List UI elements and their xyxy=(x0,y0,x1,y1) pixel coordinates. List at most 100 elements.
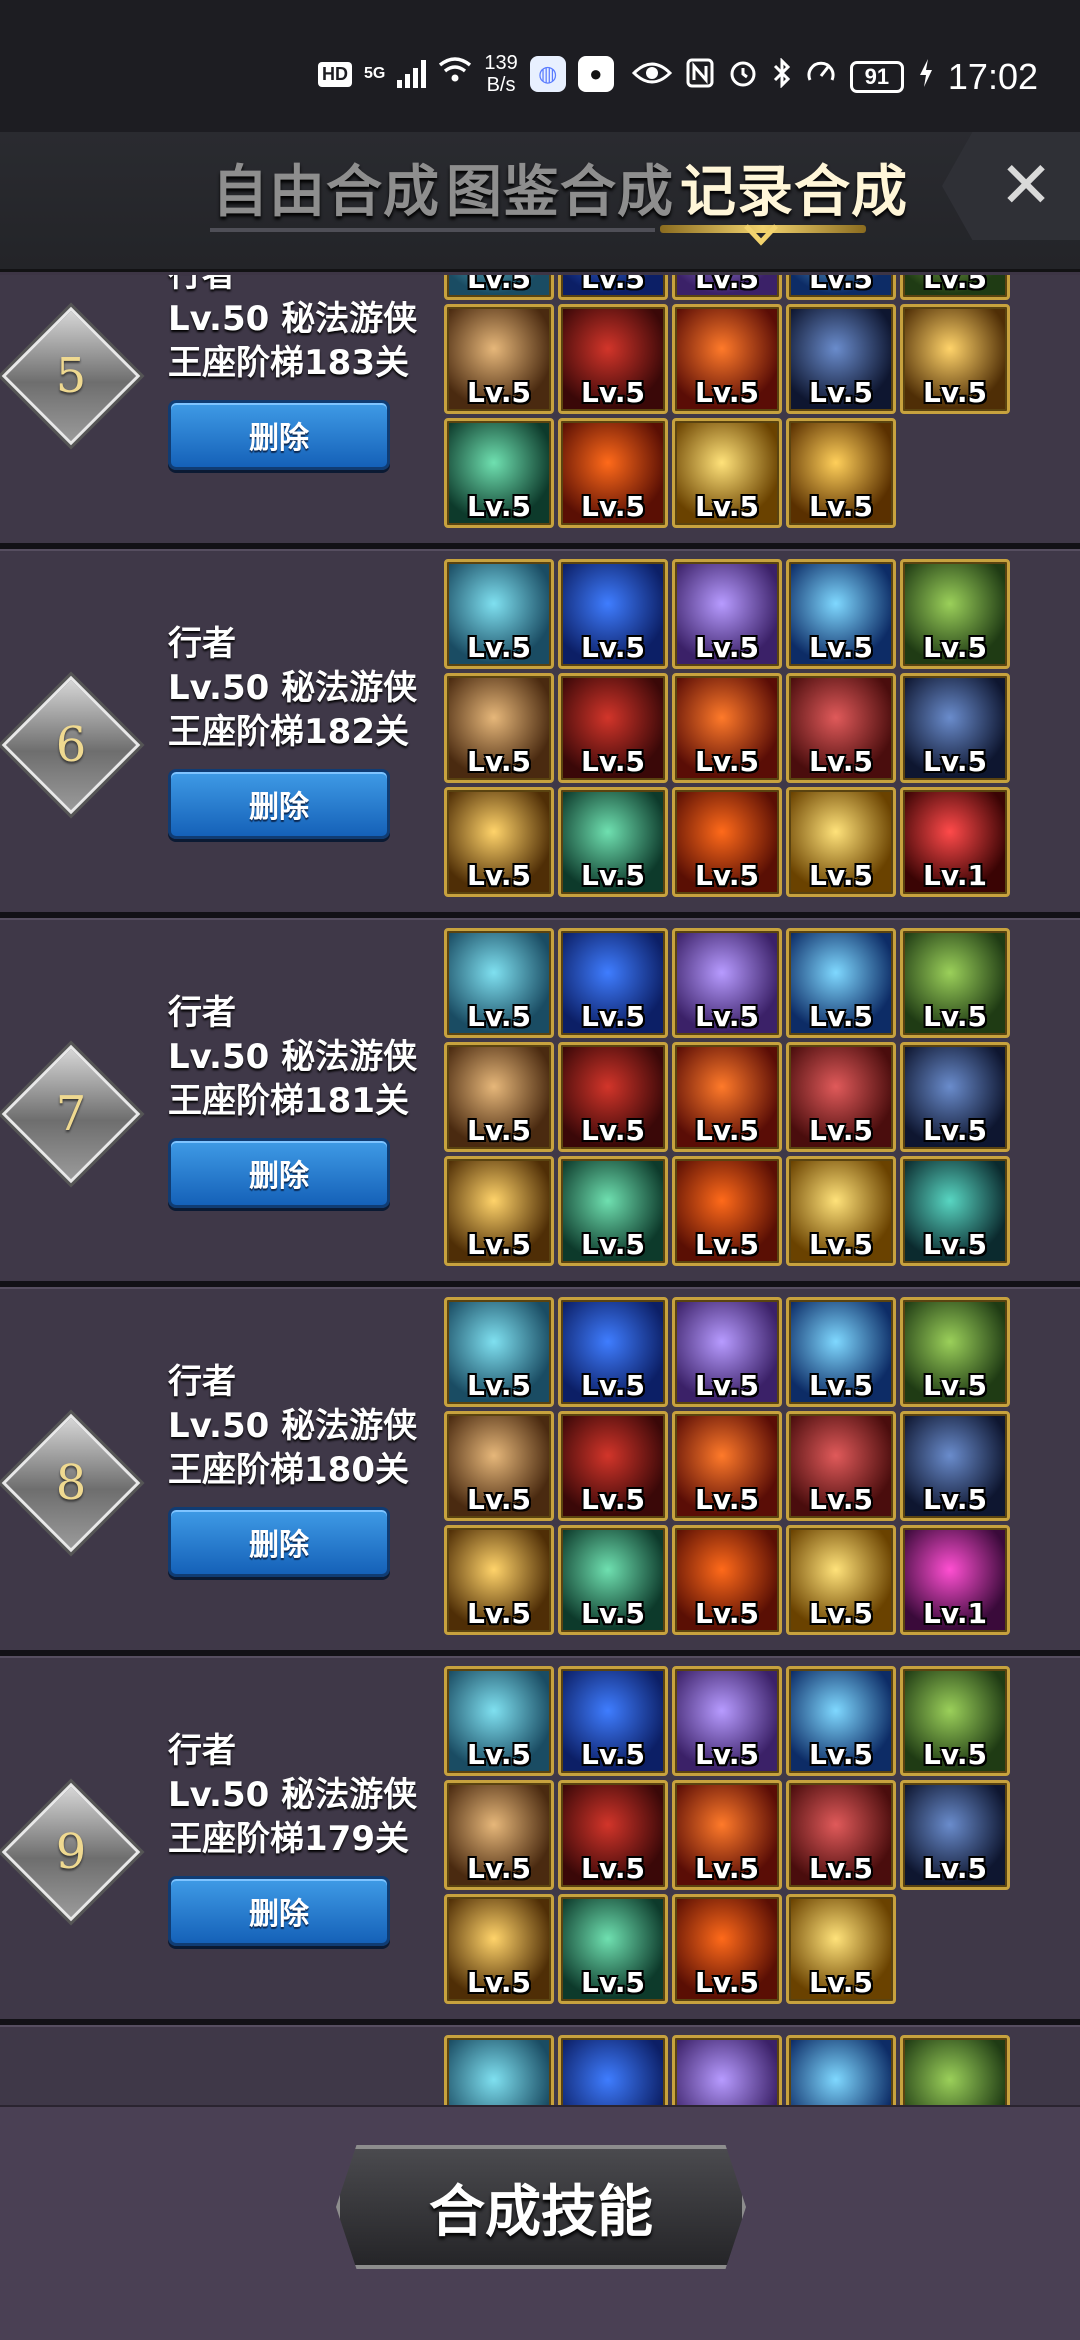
purple-arrows-icon[interactable]: Lv.5 xyxy=(672,928,782,1038)
skill-grid: Lv.5 Lv.5 Lv.5 Lv.5 Lv.5 Lv.5 Lv.5 Lv.5 Lv.5 Lv.5… xyxy=(444,275,1010,528)
shadow-mark-icon[interactable]: Lv.5 xyxy=(900,1411,1010,1521)
fire-beast-icon[interactable]: Lv.5 xyxy=(672,1780,782,1890)
skill-level: Lv.5 xyxy=(695,859,759,892)
delete-button[interactable]: 删除 xyxy=(168,1876,390,1946)
blood-orbs-icon[interactable]: Lv.5 xyxy=(558,304,668,414)
skill-level: Lv.5 xyxy=(809,376,873,409)
skill-level: Lv.5 xyxy=(809,490,873,523)
golden-dagger-icon[interactable]: Lv.5 xyxy=(444,1525,554,1635)
skill-level: Lv.5 xyxy=(581,631,645,664)
green-blades-icon[interactable]: Lv.5 xyxy=(558,1156,668,1266)
golden-angel-icon[interactable]: Lv.5 xyxy=(786,1894,896,2004)
skill-level: Lv.5 xyxy=(695,1966,759,1999)
fire-wings-icon[interactable]: Lv.5 xyxy=(672,787,782,897)
blue-flame-icon[interactable]: Lv.5 xyxy=(558,928,668,1038)
golden-angel-icon[interactable]: Lv.5 xyxy=(786,1525,896,1635)
blood-orbs-icon[interactable]: Lv.5 xyxy=(558,1411,668,1521)
golden-bow-icon[interactable]: Lv.5 xyxy=(444,673,554,783)
ice-spikes-icon[interactable]: Lv.5 xyxy=(444,559,554,669)
golden-dagger-icon[interactable]: Lv.5 xyxy=(444,787,554,897)
fire-wings-icon[interactable]: Lv.5 xyxy=(672,1156,782,1266)
lightning-sword-icon[interactable]: Lv.5 xyxy=(786,275,896,300)
shadow-mark-icon[interactable]: Lv.5 xyxy=(786,304,896,414)
fire-beast-icon[interactable]: Lv.5 xyxy=(672,1411,782,1521)
blood-orbs-icon[interactable]: Lv.5 xyxy=(558,673,668,783)
record-info: 行者 Lv.50 秘法游侠 王座阶梯180关 xyxy=(168,1360,417,1492)
green-vine-icon[interactable]: Lv.5 xyxy=(900,928,1010,1038)
red-claw-icon[interactable]: Lv.5 xyxy=(786,673,896,783)
tab-free-compose[interactable]: 自由合成 xyxy=(212,147,440,228)
ice-spikes-icon[interactable]: Lv.5 xyxy=(444,1666,554,1776)
lightning-sword-icon[interactable]: Lv.5 xyxy=(786,1666,896,1776)
compose-skill-button[interactable]: 合成技能 xyxy=(336,2145,746,2269)
purple-arrows-icon[interactable]: Lv.5 xyxy=(672,1297,782,1407)
delete-button[interactable]: 删除 xyxy=(168,1138,390,1208)
tab-record-compose[interactable]: 记录合成 xyxy=(680,147,908,228)
golden-angel-icon[interactable]: Lv.5 xyxy=(786,787,896,897)
blood-orbs-icon[interactable]: Lv.5 xyxy=(558,1042,668,1152)
golden-dagger-icon[interactable]: Lv.5 xyxy=(444,1156,554,1266)
delete-button[interactable]: 删除 xyxy=(168,769,390,839)
delete-button[interactable]: 删除 xyxy=(168,1507,390,1577)
golden-dagger-icon[interactable]: Lv.5 xyxy=(900,304,1010,414)
ice-spikes-icon[interactable]: Lv.5 xyxy=(444,1297,554,1407)
shadow-mark-icon[interactable]: Lv.5 xyxy=(900,673,1010,783)
fire-beast-icon[interactable]: Lv.5 xyxy=(672,304,782,414)
green-vine-icon[interactable]: Lv.5 xyxy=(900,2035,1010,2105)
blood-orbs-icon[interactable]: Lv.5 xyxy=(558,1780,668,1890)
blue-flame-icon[interactable]: Lv.5 xyxy=(558,2035,668,2105)
golden-dagger-icon[interactable]: Lv.5 xyxy=(444,1894,554,2004)
fire-wings-icon[interactable]: Lv.5 xyxy=(672,1894,782,2004)
blue-flame-icon[interactable]: Lv.5 xyxy=(558,275,668,300)
red-claw-icon[interactable]: Lv.5 xyxy=(786,1780,896,1890)
skill-level: Lv.5 xyxy=(467,1114,531,1147)
skill-level: Lv.5 xyxy=(809,1852,873,1885)
purple-arrows-icon[interactable]: Lv.5 xyxy=(672,2035,782,2105)
blue-flame-icon[interactable]: Lv.5 xyxy=(558,1297,668,1407)
skill-grid: Lv.5Lv.5Lv.5Lv.5Lv.5 xyxy=(444,2035,1010,2105)
green-vine-icon[interactable]: Lv.5 xyxy=(900,1297,1010,1407)
red-claw-icon[interactable]: Lv.5 xyxy=(786,1042,896,1152)
delete-button[interactable]: 删除 xyxy=(168,400,390,470)
green-blades-icon[interactable]: Lv.5 xyxy=(558,1894,668,2004)
golden-bow-icon[interactable]: Lv.5 xyxy=(444,304,554,414)
golden-bow-icon[interactable]: Lv.5 xyxy=(444,1780,554,1890)
fire-wings-icon[interactable]: Lv.5 xyxy=(672,1525,782,1635)
vampire-fangs-icon[interactable]: Lv.1 xyxy=(900,787,1010,897)
ice-spikes-icon[interactable]: Lv.5 xyxy=(444,2035,554,2105)
golden-angel-icon[interactable]: Lv.5 xyxy=(672,418,782,528)
lightning-sword-icon[interactable]: Lv.5 xyxy=(786,1297,896,1407)
green-blades-icon[interactable]: Lv.5 xyxy=(444,418,554,528)
golden-compass-icon[interactable]: Lv.5 xyxy=(786,418,896,528)
record-list[interactable]: 5 行者 Lv.50 秘法游侠 王座阶梯183关 删除 Lv.5 Lv.5 Lv.5 Lv.5 L… xyxy=(0,275,1080,2105)
shadow-mark-icon[interactable]: Lv.5 xyxy=(900,1042,1010,1152)
green-vine-icon[interactable]: Lv.5 xyxy=(900,559,1010,669)
green-blades-icon[interactable]: Lv.5 xyxy=(558,1525,668,1635)
magenta-claw-icon[interactable]: Lv.1 xyxy=(900,1525,1010,1635)
red-claw-icon[interactable]: Lv.5 xyxy=(786,1411,896,1521)
lightning-sword-icon[interactable]: Lv.5 xyxy=(786,928,896,1038)
green-blades-icon[interactable]: Lv.5 xyxy=(558,787,668,897)
blue-flame-icon[interactable]: Lv.5 xyxy=(558,559,668,669)
record-stage: 王座阶梯180关 xyxy=(168,1450,409,1490)
skill-level: Lv.5 xyxy=(695,631,759,664)
purple-arrows-icon[interactable]: Lv.5 xyxy=(672,1666,782,1776)
ice-spikes-icon[interactable]: Lv.5 xyxy=(444,275,554,300)
teal-vortex-icon[interactable]: Lv.5 xyxy=(900,1156,1010,1266)
lightning-sword-icon[interactable]: Lv.5 xyxy=(786,559,896,669)
purple-arrows-icon[interactable]: Lv.5 xyxy=(672,559,782,669)
fire-beast-icon[interactable]: Lv.5 xyxy=(672,673,782,783)
tab-codex-compose[interactable]: 图鉴合成 xyxy=(446,147,674,228)
fire-beast-icon[interactable]: Lv.5 xyxy=(672,1042,782,1152)
green-vine-icon[interactable]: Lv.5 xyxy=(900,1666,1010,1776)
purple-arrows-icon[interactable]: Lv.5 xyxy=(672,275,782,300)
golden-bow-icon[interactable]: Lv.5 xyxy=(444,1411,554,1521)
blue-flame-icon[interactable]: Lv.5 xyxy=(558,1666,668,1776)
fire-wings-icon[interactable]: Lv.5 xyxy=(558,418,668,528)
golden-angel-icon[interactable]: Lv.5 xyxy=(786,1156,896,1266)
shadow-mark-icon[interactable]: Lv.5 xyxy=(900,1780,1010,1890)
golden-bow-icon[interactable]: Lv.5 xyxy=(444,1042,554,1152)
green-vine-icon[interactable]: Lv.5 xyxy=(900,275,1010,300)
lightning-sword-icon[interactable]: Lv.5 xyxy=(786,2035,896,2105)
ice-spikes-icon[interactable]: Lv.5 xyxy=(444,928,554,1038)
